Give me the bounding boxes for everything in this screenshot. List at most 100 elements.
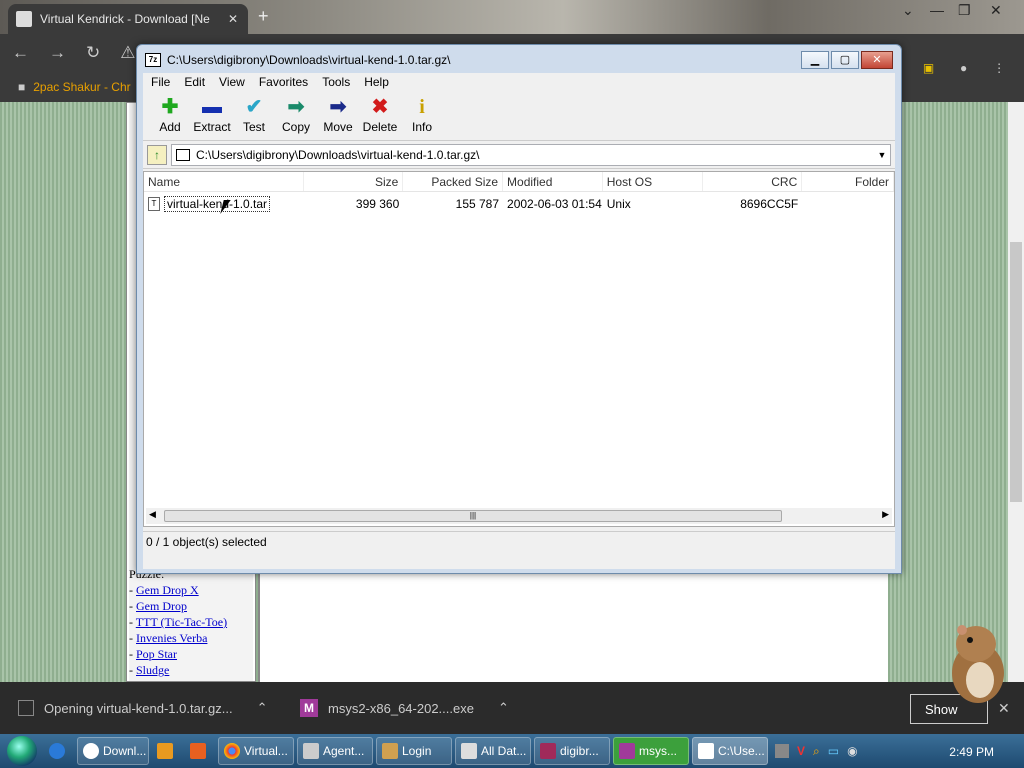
forward-icon[interactable]: → xyxy=(49,43,66,63)
tray-v-icon[interactable]: V xyxy=(797,744,805,758)
scroll-left-icon[interactable]: ◀ xyxy=(149,509,156,520)
back-icon[interactable]: ← xyxy=(12,43,29,63)
extract-button[interactable]: ▬ Extract xyxy=(191,97,233,134)
taskbar-digibrony[interactable]: digibr... xyxy=(534,737,610,765)
start-button[interactable] xyxy=(0,734,44,768)
download-name: msys2-x86_64-202....exe xyxy=(328,700,474,716)
address-field[interactable]: C:\Users\digibrony\Downloads\virtual-ken… xyxy=(171,143,891,166)
table-row[interactable]: Tvirtual-kend-1.0.tar 399 360 155 787 20… xyxy=(144,194,894,214)
window-titlebar[interactable]: 7z C:\Users\digibrony\Downloads\virtual-… xyxy=(145,51,450,69)
add-icon: ✚ xyxy=(161,96,179,118)
link-ttt[interactable]: - TTT (Tic-Tac-Toe) xyxy=(129,615,227,630)
ie-icon[interactable] xyxy=(44,737,74,765)
browser-tabstrip: Virtual Kendrick - Download [Ne ✕ + ⌄ — … xyxy=(0,0,1024,34)
col-host-os[interactable]: Host OS xyxy=(603,172,703,191)
tray-search-icon[interactable]: ⌕ xyxy=(813,744,820,759)
horizontal-scrollbar[interactable]: ◀ ||| ▶ xyxy=(146,508,892,524)
menu-view[interactable]: View xyxy=(219,75,245,89)
tab-search-icon[interactable]: ⌄ xyxy=(902,2,914,19)
col-folder[interactable]: Folder xyxy=(802,172,894,191)
download-item[interactable]: M msys2-x86_64-202....exe ⌃ xyxy=(300,682,509,734)
taskbar-downloads[interactable]: Downl... xyxy=(77,737,149,765)
menu-tools[interactable]: Tools xyxy=(322,75,350,89)
col-packed-size[interactable]: Packed Size xyxy=(403,172,504,191)
tab-virtual-kendrick[interactable]: Virtual Kendrick - Download [Ne ✕ xyxy=(8,4,248,34)
chevron-up-icon[interactable]: ⌃ xyxy=(498,700,509,716)
paint-icon[interactable] xyxy=(185,737,215,765)
menu-bar: File Edit View Favorites Tools Help xyxy=(143,73,895,91)
status-bar: 0 / 1 object(s) selected xyxy=(143,531,895,551)
taskbar-all-data[interactable]: All Dat... xyxy=(455,737,531,765)
menu-file[interactable]: File xyxy=(151,75,170,89)
file-modified: 2002-06-03 01:54 xyxy=(507,197,602,211)
move-button[interactable]: ➡ Move xyxy=(317,97,359,134)
extension-icon[interactable]: ▣ xyxy=(923,61,934,75)
tray-volume-icon[interactable]: ◉ xyxy=(847,744,857,758)
address-bar: ↑ C:\Users\digibrony\Downloads\virtual-k… xyxy=(143,141,895,169)
taskbar-chrome[interactable]: Virtual... xyxy=(218,737,294,765)
bookmark-folder-icon: ■ xyxy=(18,80,26,94)
scrollbar-thumb[interactable]: ||| xyxy=(164,510,782,522)
chevron-up-icon[interactable]: ⌃ xyxy=(257,700,268,716)
restore-icon[interactable]: ❐ xyxy=(958,2,971,19)
col-size[interactable]: Size xyxy=(304,172,404,191)
close-button[interactable]: ✕ xyxy=(861,51,893,69)
download-file-icon xyxy=(18,700,34,716)
info-button[interactable]: i Info xyxy=(401,97,443,134)
delete-button[interactable]: ✖ Delete xyxy=(359,97,401,134)
taskbar-sevenzip[interactable]: C:\Use... xyxy=(692,737,768,765)
taskbar-login[interactable]: Login xyxy=(376,737,452,765)
menu-icon[interactable]: ⋮ xyxy=(993,61,1005,75)
link-gem-drop[interactable]: - Gem Drop xyxy=(129,599,187,614)
copy-icon: ➡ xyxy=(287,96,305,118)
link-invenies-verba[interactable]: - Invenies Verba xyxy=(129,631,207,646)
profile-icon[interactable]: ● xyxy=(960,61,967,75)
link-sludge[interactable]: - Sludge xyxy=(129,663,169,678)
page-scrollbar[interactable] xyxy=(1008,102,1024,682)
menu-help[interactable]: Help xyxy=(364,75,389,89)
address-text: C:\Users\digibrony\Downloads\virtual-ken… xyxy=(196,147,480,162)
chevron-down-icon[interactable]: ▼ xyxy=(874,150,890,160)
file-list-header: Name Size Packed Size Modified Host OS C… xyxy=(144,172,894,192)
warning-icon[interactable]: ⚠ xyxy=(120,43,135,63)
download-item[interactable]: Opening virtual-kend-1.0.tar.gz... ⌃ xyxy=(18,682,268,734)
scroll-right-icon[interactable]: ▶ xyxy=(882,509,889,520)
test-button[interactable]: ✔ Test xyxy=(233,97,275,134)
new-tab-icon[interactable]: + xyxy=(258,6,269,27)
move-icon: ➡ xyxy=(329,96,347,118)
minimize-button[interactable]: ▁ xyxy=(801,51,829,69)
minimize-icon[interactable]: — xyxy=(930,2,944,18)
tray-display-icon[interactable]: ▭ xyxy=(828,744,839,758)
copy-button[interactable]: ➡ Copy xyxy=(275,97,317,134)
tar-file-icon: T xyxy=(148,197,160,211)
msys-icon: M xyxy=(300,699,318,717)
link-gem-drop-x[interactable]: - Gem Drop X xyxy=(129,583,199,598)
media-player-icon[interactable] xyxy=(152,737,182,765)
download-shelf: Opening virtual-kend-1.0.tar.gz... ⌃ M m… xyxy=(0,682,1024,734)
delete-icon: ✖ xyxy=(371,96,389,118)
file-size: 399 360 xyxy=(355,197,400,211)
close-window-icon[interactable]: ✕ xyxy=(990,2,1002,19)
maximize-button[interactable]: ▢ xyxy=(831,51,859,69)
taskbar-clock[interactable]: 2:49 PM xyxy=(949,745,994,759)
extract-icon: ▬ xyxy=(202,96,222,118)
file-crc: 8696CC5F xyxy=(740,197,799,211)
tab-close-icon[interactable]: ✕ xyxy=(226,12,240,26)
hamster-mascot xyxy=(952,625,1004,703)
file-folder xyxy=(802,194,894,214)
link-pop-star[interactable]: - Pop Star xyxy=(129,647,177,662)
taskbar-msys[interactable]: msys... xyxy=(613,737,689,765)
add-button[interactable]: ✚ Add xyxy=(149,97,191,134)
menu-edit[interactable]: Edit xyxy=(184,75,205,89)
bookmark-item[interactable]: 2pac Shakur - Chr xyxy=(33,80,130,94)
tray-network-icon[interactable] xyxy=(775,744,789,758)
download-name: Opening virtual-kend-1.0.tar.gz... xyxy=(44,700,233,716)
col-modified[interactable]: Modified xyxy=(503,172,603,191)
col-name[interactable]: Name xyxy=(144,172,304,191)
col-crc[interactable]: CRC xyxy=(703,172,803,191)
windows-taskbar: Downl... Virtual... Agent... Login All D… xyxy=(0,734,1024,768)
up-folder-icon[interactable]: ↑ xyxy=(147,144,167,165)
menu-favorites[interactable]: Favorites xyxy=(259,75,308,89)
reload-icon[interactable]: ↻ xyxy=(86,43,100,63)
taskbar-agent[interactable]: Agent... xyxy=(297,737,373,765)
